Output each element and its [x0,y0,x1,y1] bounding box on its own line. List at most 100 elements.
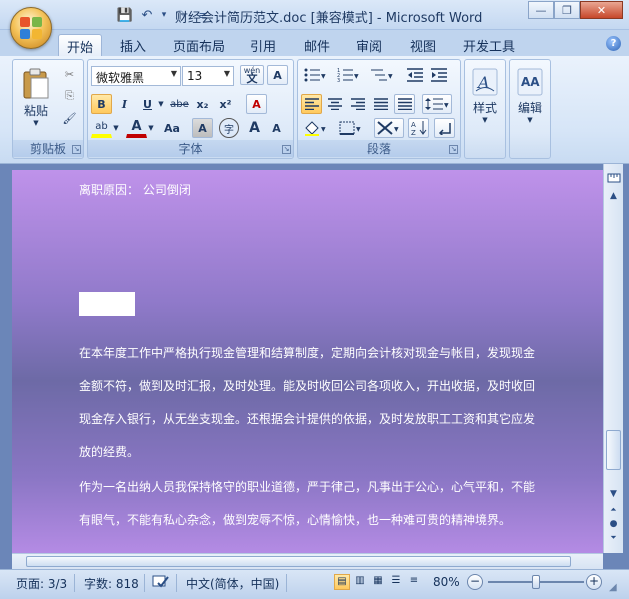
highlight-dropdown-icon[interactable]: ▼ [111,118,121,138]
white-text-box [79,292,135,316]
multilevel-list-icon[interactable]: ▼ [368,65,396,85]
resize-grip-icon[interactable]: ◢ [609,582,617,593]
font-name-combo[interactable]: 微软雅黑 ▼ [91,66,181,86]
draft-view-icon[interactable]: ≡ [406,574,422,590]
shrink-font-button[interactable]: A [266,118,287,138]
title-bar: 💾 ↶ ▾ ↷ ≡ 财经会计简历范文.doc [兼容模式] - Microsof… [0,0,629,30]
strikethrough-button[interactable]: abe [169,94,190,114]
line-spacing-icon[interactable]: ▼ [422,94,452,114]
font-size-combo[interactable]: 13 ▼ [182,66,234,86]
distributed-icon[interactable] [394,94,415,114]
editing-button[interactable]: AA 编辑 ▼ [514,64,546,128]
show-marks-icon[interactable] [434,118,455,138]
styles-group[interactable]: A 样式 ▼ [464,59,506,159]
font-launcher-icon[interactable]: ↘ [282,145,291,154]
underline-dropdown-icon[interactable]: ▼ [156,94,166,114]
scroll-down-icon[interactable]: ▼ [606,486,621,501]
decrease-indent-icon[interactable] [404,65,425,85]
zoom-out-icon[interactable]: − [467,574,483,590]
bullets-icon[interactable]: ▼ [301,65,329,85]
zoom-level[interactable]: 80% [433,575,460,589]
next-page-icon[interactable]: ⏷ [606,530,621,545]
styles-dropdown-icon: ▼ [482,116,488,124]
vertical-scrollbar[interactable]: ▲ ▼ ⏶ ● ⏷ [603,164,623,553]
select-browse-object-icon[interactable]: ● [606,516,621,531]
font-color-dropdown-icon[interactable]: ▼ [146,118,156,138]
italic-button[interactable]: I [114,94,135,114]
minimize-button[interactable]: — [528,1,554,19]
doc-paragraph-line: 在本年度工作中严格执行现金管理和结算制度，定期向会计核对现金与帐目，发现现金 [79,346,536,360]
borders-icon[interactable]: ▼ [336,118,366,138]
clipboard-launcher-icon[interactable]: ↘ [72,145,81,154]
scroll-up-icon[interactable]: ▲ [606,188,621,203]
ribbon: 粘贴 ▼ ✂ ⎘ 🖌 剪贴板 ↘ 微软雅黑 ▼ 13 ▼ wén 文 A B I … [0,56,629,164]
svg-text:3: 3 [337,78,340,82]
horizontal-scroll-thumb[interactable] [26,556,571,567]
view-buttons: ▤ ▥ ▦ ☰ ≡ [334,574,422,590]
paste-button[interactable]: 粘贴 ▼ [17,64,55,130]
language-indicator[interactable]: 中文(简体，中国) [186,575,279,592]
phonetic-guide-button[interactable]: wén 文 [240,65,264,85]
grow-font-button[interactable]: A [244,118,265,138]
undo-dropdown-icon[interactable]: ▾ [160,6,168,24]
align-center-icon[interactable] [324,94,345,114]
enclose-characters-button[interactable]: 字 [219,118,239,138]
previous-page-icon[interactable]: ⏶ [606,502,621,517]
copy-icon[interactable]: ⎘ [59,86,80,106]
proofing-icon[interactable] [152,575,170,592]
tab-references[interactable]: 引用 [242,34,284,56]
close-button[interactable]: ✕ [580,1,623,19]
clipboard-group: 粘贴 ▼ ✂ ⎘ 🖌 剪贴板 ↘ [12,59,84,159]
underline-button[interactable]: U [137,94,158,114]
shading-icon[interactable]: ▼ [301,118,331,138]
highlight-button[interactable]: ab [91,118,112,138]
chinese-layout-icon[interactable]: ▼ [374,118,404,138]
zoom-slider-thumb[interactable] [532,575,540,589]
tab-developer[interactable]: 开发工具 [455,34,523,56]
document-page[interactable]: 离职原因： 公司倒闭 在本年度工作中严格执行现金管理和结算制度，定期向会计核对现… [12,170,603,553]
vertical-scroll-thumb[interactable] [606,430,621,470]
horizontal-scrollbar[interactable] [12,553,603,569]
tab-view[interactable]: 视图 [402,34,444,56]
save-icon[interactable]: 💾 [116,6,134,24]
tab-mailings[interactable]: 邮件 [296,34,338,56]
align-right-icon[interactable] [347,94,368,114]
numbering-icon[interactable]: 1 2 3 ▼ [334,65,362,85]
paragraph-launcher-icon[interactable]: ↘ [449,145,458,154]
subscript-button[interactable]: x₂ [192,94,213,114]
font-group-label: 字体 [88,140,293,157]
undo-icon[interactable]: ↶ [138,6,156,24]
ruler-toggle-icon[interactable] [606,170,621,185]
web-layout-icon[interactable]: ▦ [370,574,386,590]
sort-icon[interactable]: AZ [408,118,429,138]
page-count[interactable]: 页面: 3/3 [16,575,67,592]
font-size-value: 13 [187,69,203,83]
bold-button[interactable]: B [91,94,112,114]
tab-home[interactable]: 开始 [58,34,103,56]
character-border-button[interactable]: A [267,65,288,85]
superscript-button[interactable]: x² [215,94,236,114]
print-layout-view-icon[interactable]: ▤ [334,574,350,590]
tab-review[interactable]: 审阅 [348,34,390,56]
clear-formatting-button[interactable]: A [246,94,267,114]
word-count[interactable]: 字数: 818 [84,575,139,592]
restore-button[interactable]: ❐ [554,1,580,19]
tab-insert[interactable]: 插入 [112,34,154,56]
tab-page-layout[interactable]: 页面布局 [165,34,233,56]
cut-icon[interactable]: ✂ [59,64,80,84]
character-shading-button[interactable]: A [192,118,213,138]
change-case-button[interactable]: Aa [159,118,185,138]
align-left-icon[interactable] [301,94,322,114]
help-icon[interactable]: ? [606,36,621,51]
justify-icon[interactable] [370,94,391,114]
increase-indent-icon[interactable] [428,65,449,85]
format-painter-icon[interactable]: 🖌 [59,108,80,128]
zoom-in-icon[interactable]: + [586,574,602,590]
font-color-button[interactable]: A [126,118,147,138]
outline-view-icon[interactable]: ☰ [388,574,404,590]
styles-button[interactable]: A 样式 ▼ [469,64,501,128]
office-button[interactable] [10,7,52,49]
zoom-slider[interactable] [488,575,584,589]
full-screen-reading-icon[interactable]: ▥ [352,574,368,590]
editing-group[interactable]: AA 编辑 ▼ [509,59,551,159]
